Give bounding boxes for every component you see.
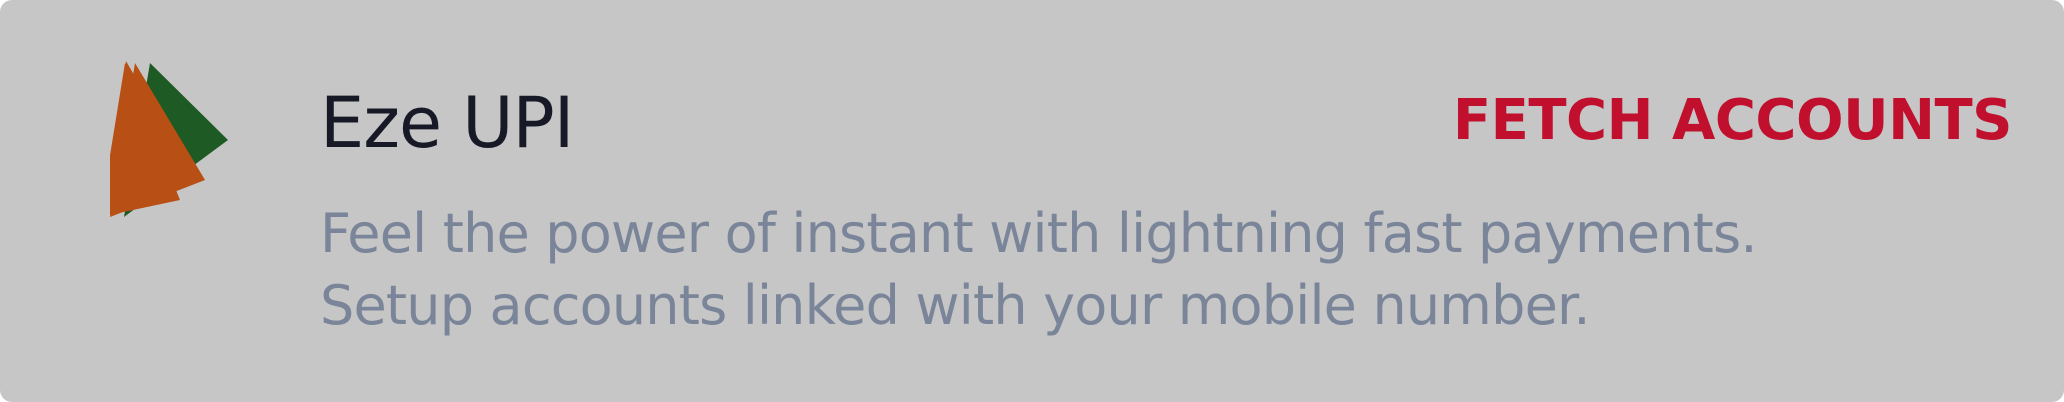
description-line-1: Feel the power of instant with lightning… [320, 202, 1758, 265]
card-title: Eze UPI [320, 82, 574, 164]
description-line-2: Setup accounts linked with your mobile n… [320, 274, 1591, 337]
upi-logo-icon [110, 61, 228, 217]
fetch-accounts-button[interactable]: FETCH ACCOUNTS [1453, 86, 2013, 156]
upi-card: Eze UPI FETCH ACCOUNTS Feel the power of… [0, 0, 2064, 402]
card-description: Feel the power of instant with lightning… [320, 198, 1758, 342]
